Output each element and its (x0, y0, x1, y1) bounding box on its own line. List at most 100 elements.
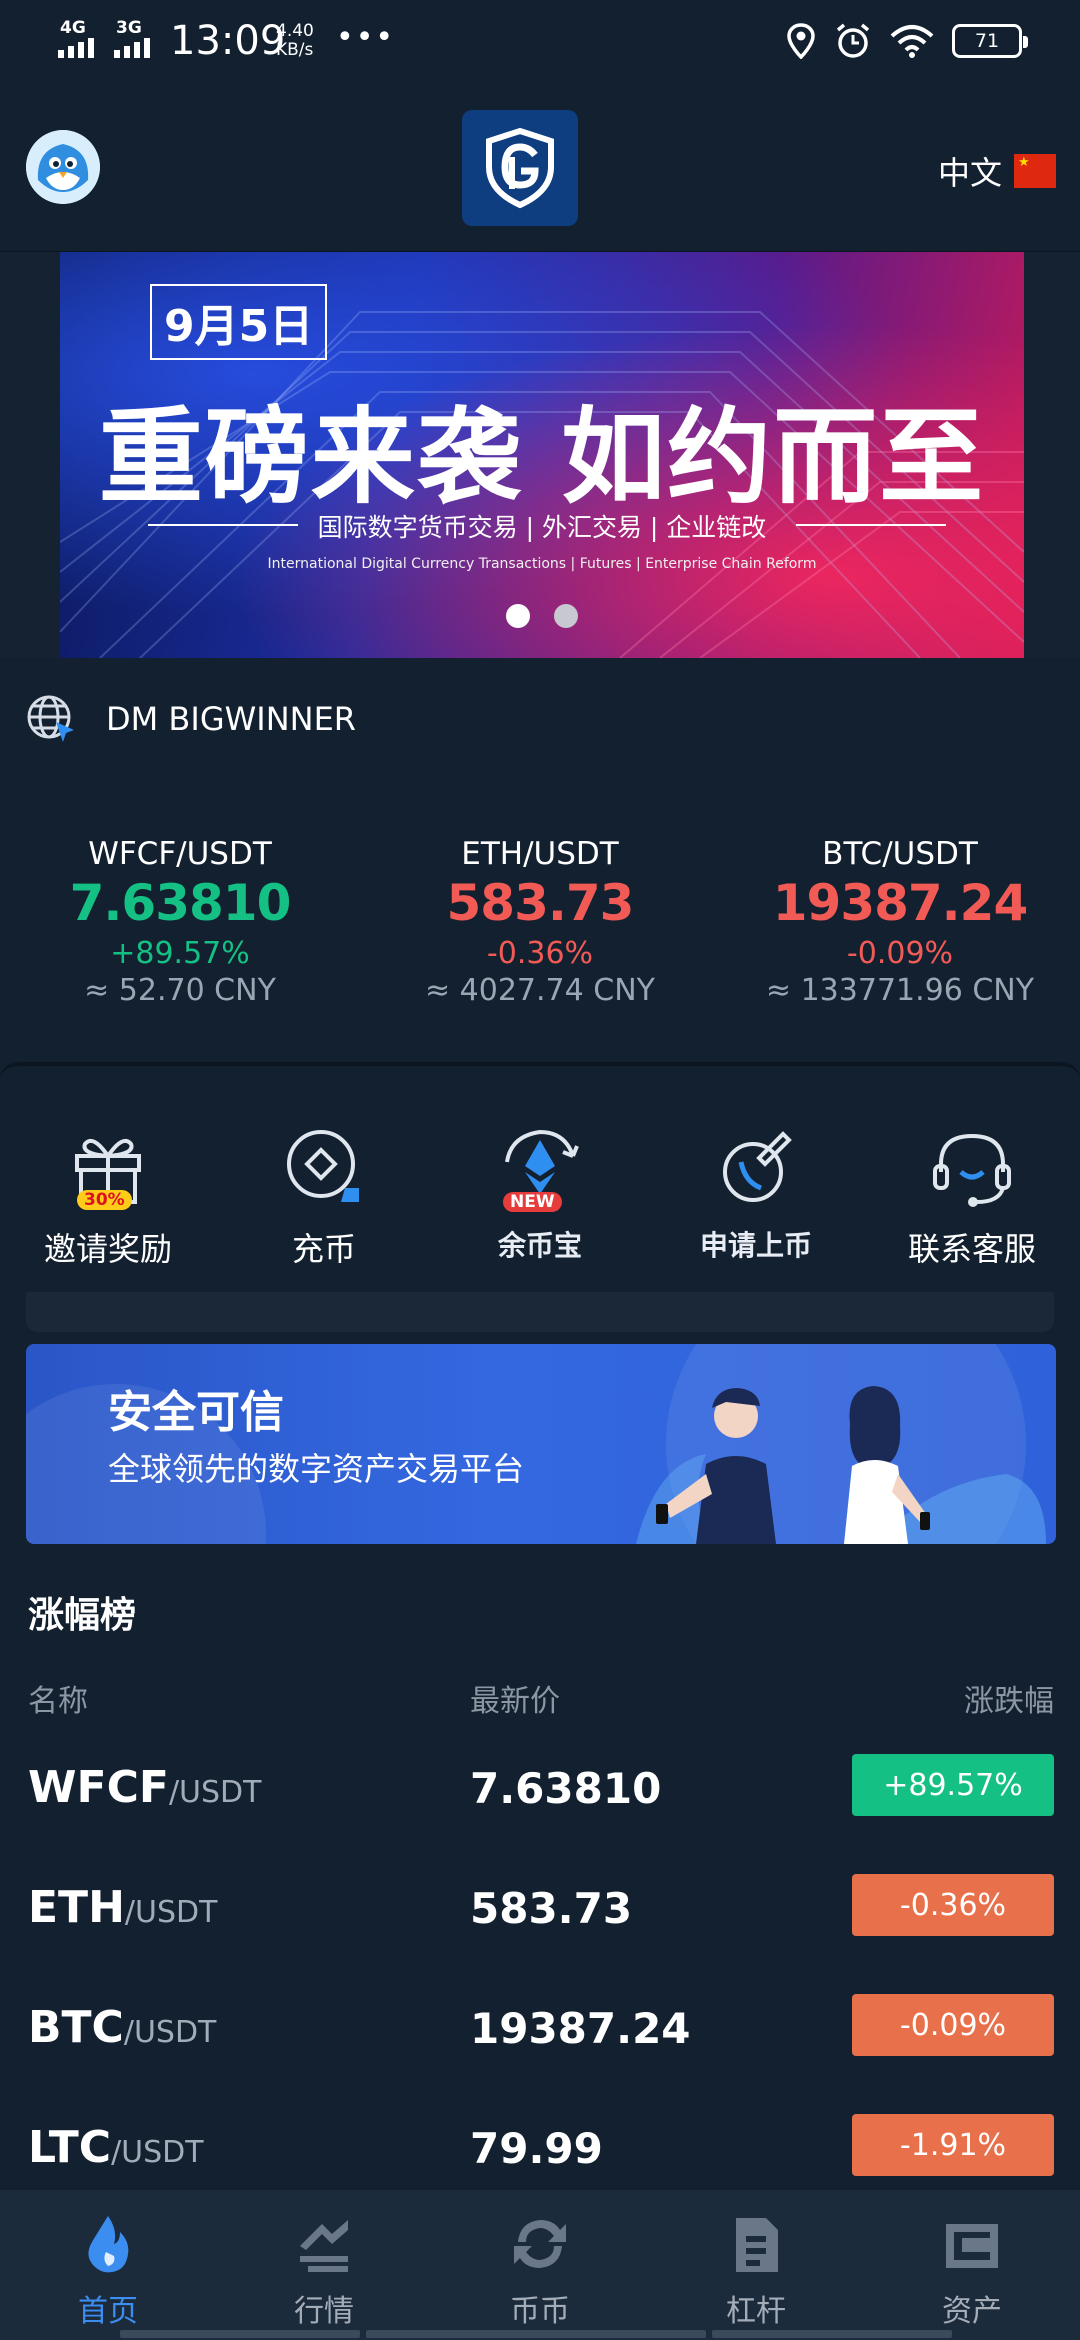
nav-label: 行情 (294, 2294, 354, 2329)
reward-badge: 30% (77, 1190, 132, 1210)
ticker-cny: ≈ 133771.96 CNY (765, 973, 1035, 1008)
action-invite-reward[interactable]: 30% 邀请奖励 (0, 1066, 216, 1292)
action-customer-service[interactable]: 联系客服 (864, 1066, 1080, 1292)
banner-slide[interactable]: 9月5日 重磅来袭 如约而至 国际数字货币交易 | 外汇交易 | 企业链改 In… (60, 252, 1024, 658)
listing-icon (723, 1131, 792, 1202)
actions-shadow-strip (26, 1292, 1054, 1332)
network-type-2: 3G (116, 18, 142, 38)
wifi-icon (890, 25, 934, 58)
carousel-dot-2[interactable] (554, 604, 578, 628)
signal-2-icon: 3G (114, 18, 160, 58)
row-price: 19387.24 (470, 2004, 691, 2053)
speed-value: 4.40 (276, 21, 314, 41)
action-yubibao[interactable]: NEW 余币宝 (432, 1066, 648, 1292)
row-price: 583.73 (470, 1884, 633, 1933)
carousel-indicators (506, 604, 578, 628)
shield-logo-icon (486, 127, 554, 209)
wallet-icon (946, 2224, 998, 2268)
status-icons: 71 (786, 22, 1028, 60)
row-change-badge: -1.91% (852, 2114, 1054, 2176)
ticker-eth[interactable]: ETH/USDT 583.73 -0.36% ≈ 4027.74 CNY (360, 778, 720, 1060)
nav-label: 首页 (78, 2294, 138, 2329)
ticker-cny: ≈ 52.70 CNY (84, 973, 276, 1008)
action-label: 邀请奖励 (43, 1230, 172, 1268)
ticker-pair: ETH/USDT (461, 836, 619, 872)
china-flag-icon (1014, 154, 1056, 188)
market-icon (300, 2220, 348, 2272)
bottom-navigation: 首页 行情 币币 杠杆 资产 (0, 2190, 1080, 2340)
ticker-change: -0.09% (846, 936, 954, 971)
row-price: 79.99 (470, 2124, 603, 2173)
row-quote: /USDT (124, 1895, 218, 1930)
row-change-badge: -0.09% (852, 1994, 1054, 2056)
ticker-change: +89.57% (110, 936, 250, 971)
nav-label: 资产 (942, 2294, 1002, 2329)
col-price: 最新价 (470, 1684, 560, 1719)
nav-label: 币币 (510, 2294, 570, 2329)
action-apply-listing[interactable]: 申请上币 (648, 1066, 864, 1292)
announcement-bar[interactable]: DM BIGWINNER (0, 658, 1080, 778)
row-base: BTC (28, 2002, 124, 2053)
ticker-price: 583.73 (446, 874, 635, 932)
announcement-text: DM BIGWINNER (106, 700, 357, 738)
more-notifications-icon: ••• (336, 20, 396, 55)
row-change-badge: -0.36% (852, 1874, 1054, 1936)
carousel-dot-1[interactable] (506, 604, 530, 628)
banner-carousel[interactable]: 9月5日 重磅来袭 如约而至 国际数字货币交易 | 外汇交易 | 企业链改 In… (0, 252, 1080, 658)
nav-leverage[interactable]: 杠杆 (648, 2190, 864, 2340)
action-label: 余币宝 (497, 1229, 582, 1262)
row-symbol: WFCF/USDT (28, 1762, 261, 1813)
mascot-avatar-icon (26, 130, 100, 204)
table-row[interactable]: BTC/USDT 19387.24 -0.09% (0, 1974, 1080, 2084)
table-row[interactable]: WFCF/USDT 7.63810 +89.57% (0, 1734, 1080, 1844)
table-row[interactable]: ETH/USDT 583.73 -0.36% (0, 1854, 1080, 1964)
table-row[interactable]: LTC/USDT 79.99 -1.91% (0, 2094, 1080, 2204)
location-icon (787, 23, 815, 59)
ticker-pair: WFCF/USDT (88, 836, 272, 872)
nav-market[interactable]: 行情 (216, 2190, 432, 2340)
gesture-bar (120, 2330, 960, 2338)
deposit-icon (287, 1130, 359, 1202)
nav-home[interactable]: 首页 (0, 2190, 216, 2340)
globe-icon (27, 695, 74, 742)
action-label: 充币 (291, 1230, 356, 1268)
leverage-icon (736, 2218, 778, 2272)
ticker-pair: BTC/USDT (822, 836, 978, 872)
avatar[interactable] (26, 130, 100, 204)
ticker-btc[interactable]: BTC/USDT 19387.24 -0.09% ≈ 133771.96 CNY (720, 778, 1080, 1060)
nav-assets[interactable]: 资产 (864, 2190, 1080, 2340)
language-label: 中文 (937, 154, 1002, 192)
ticker-price: 7.63810 (69, 874, 292, 932)
app-logo (462, 110, 578, 226)
headset-icon (933, 1133, 1011, 1207)
flame-icon (88, 2216, 129, 2273)
network-type-1: 4G (60, 18, 86, 38)
status-bar: 4G 3G 13:09 4.40 KB/s ••• 71 (0, 0, 1080, 84)
row-base: WFCF (28, 1762, 169, 1813)
row-base: ETH (28, 1882, 125, 1933)
nav-exchange[interactable]: 币币 (432, 2190, 648, 2340)
alarm-icon (836, 23, 870, 58)
col-change: 涨跌幅 (964, 1684, 1054, 1719)
banner-subtitle: 国际数字货币交易 | 外汇交易 | 企业链改 (317, 513, 767, 542)
gainers-ranking: 涨幅榜 名称 最新价 涨跌幅 WFCF/USDT 7.63810 +89.57%… (0, 1562, 1080, 2192)
banner-date: 9月5日 (150, 284, 328, 360)
language-switcher[interactable]: 中文 (938, 148, 1056, 194)
people-illustration (636, 1386, 1046, 1544)
banner-subtitle-en: International Digital Currency Transacti… (267, 556, 817, 572)
new-badge: NEW (503, 1192, 562, 1212)
signal-1-icon: 4G (58, 18, 104, 58)
exchange-icon (514, 2220, 566, 2268)
network-speed: 4.40 KB/s (276, 22, 314, 60)
action-deposit[interactable]: 充币 (216, 1066, 432, 1292)
row-symbol: BTC/USDT (28, 2002, 216, 2053)
app-header: 中文 (0, 84, 1080, 252)
ticker-strip: WFCF/USDT 7.63810 +89.57% ≈ 52.70 CNY ET… (0, 778, 1080, 1060)
row-quote: /USDT (123, 2015, 217, 2050)
ticker-wfcf[interactable]: WFCF/USDT 7.63810 +89.57% ≈ 52.70 CNY (0, 778, 360, 1060)
action-label: 联系客服 (907, 1230, 1036, 1268)
battery-indicator: 71 (952, 24, 1028, 58)
promo-card[interactable]: 安全可信 全球领先的数字资产交易平台 (26, 1344, 1056, 1544)
clock: 13:09 (170, 18, 286, 64)
row-change-badge: +89.57% (852, 1754, 1054, 1816)
